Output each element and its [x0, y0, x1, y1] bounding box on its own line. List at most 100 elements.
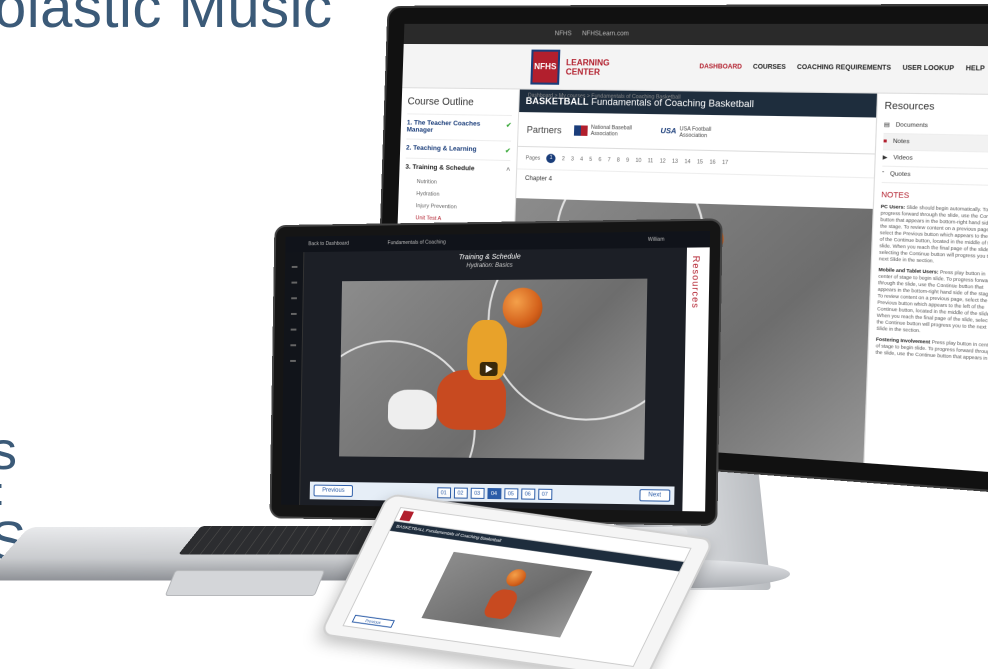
partners-label: Partners: [526, 123, 562, 135]
resource-label: Notes: [892, 138, 910, 146]
nfhs-logo[interactable]: NFHS: [530, 49, 561, 85]
page-link[interactable]: 10: [635, 157, 641, 163]
page-link[interactable]: 17: [722, 159, 728, 166]
note-text: Press play button in center of stage to …: [876, 269, 988, 334]
nav-user-lookup[interactable]: USER LOOKUP: [902, 65, 954, 73]
usa-football-logo: USA: [660, 127, 677, 136]
sidebar-item-icon[interactable]: [289, 344, 296, 347]
player-white: [387, 389, 438, 430]
laptop: Back to Dashboard Fundamentals of Coachi…: [269, 218, 723, 527]
video-icon: ▶: [882, 154, 888, 162]
page-button[interactable]: 03: [470, 487, 485, 499]
nav-coaching-requirements[interactable]: COACHING REQUIREMENTS: [797, 65, 891, 73]
page-link[interactable]: 7: [608, 157, 611, 163]
partner-name: USA Football Association: [679, 125, 712, 139]
page-button[interactable]: 01: [436, 486, 451, 498]
note-heading: PC Users:: [880, 203, 906, 210]
page-button[interactable]: 02: [453, 487, 468, 499]
tablet-video-player[interactable]: [421, 551, 593, 638]
lms-topbar: NFHS NFHSLearn.com: [403, 23, 988, 47]
slide-fragment-2: :: [0, 470, 5, 515]
resource-label: Documents: [895, 122, 929, 130]
check-icon: ✔: [505, 122, 512, 130]
note-paragraph: PC Users: Slide should begin automatical…: [879, 204, 988, 267]
check-icon: ✔: [505, 147, 511, 155]
page-link-current[interactable]: 1: [546, 153, 556, 164]
partner-mlb[interactable]: National Baseball Association: [573, 124, 648, 138]
course-name: Fundamentals of Coaching: [387, 239, 446, 247]
resources-title: Resources: [884, 100, 935, 112]
sidebar-item-icon[interactable]: [290, 312, 297, 315]
course-outline-title: Course Outline: [407, 96, 474, 109]
user-menu[interactable]: William: [648, 237, 665, 243]
sidebar-item-icon[interactable]: [290, 328, 296, 331]
laptop-trackpad: [164, 570, 326, 596]
page-link[interactable]: 15: [697, 159, 703, 165]
page-link[interactable]: 2: [562, 156, 565, 162]
main-nav: DASHBOARD COURSES COACHING REQUIREMENTS …: [699, 64, 988, 74]
resource-label: Quotes: [889, 171, 911, 179]
previous-button[interactable]: Previous: [313, 484, 354, 497]
menu-icon[interactable]: [291, 265, 297, 268]
topbar-item[interactable]: NFHS: [555, 31, 572, 37]
sidebar-item-icon[interactable]: [290, 281, 297, 284]
lms-navbar: NFHS LEARNING CENTER DASHBOARD COURSES C…: [402, 43, 988, 101]
page-link[interactable]: 13: [672, 158, 678, 164]
resources-tab[interactable]: Resources: [682, 247, 710, 512]
page-link[interactable]: 9: [626, 157, 629, 163]
pager-spacer: [356, 491, 434, 492]
slide-title: olastic Music: [0, 0, 333, 40]
outline-item-num: 3.: [405, 163, 411, 171]
learning-center-logo-text: LEARNING CENTER: [565, 57, 610, 77]
tablet-previous-button[interactable]: Previous: [351, 614, 395, 628]
note-text: Slide should begin automatically. To pro…: [878, 204, 988, 264]
page-button[interactable]: 07: [537, 488, 552, 500]
notes-heading: NOTES: [881, 191, 910, 201]
page-button-current[interactable]: 04: [486, 487, 501, 499]
pages-label: Pages: [525, 154, 541, 162]
nav-dashboard[interactable]: DASHBOARD: [699, 64, 742, 72]
page-button[interactable]: 06: [520, 487, 535, 500]
resource-quotes[interactable]: “ Quotes: [881, 166, 988, 187]
page-link[interactable]: 11: [648, 158, 654, 164]
back-to-dashboard-link[interactable]: Back to Dashboard: [308, 241, 349, 247]
page-button[interactable]: 05: [503, 487, 518, 499]
page-link[interactable]: 4: [580, 156, 583, 162]
next-button[interactable]: Next: [639, 489, 671, 502]
nfhs-logo-icon[interactable]: [399, 510, 415, 521]
page-link[interactable]: 12: [660, 158, 666, 164]
resources-panel: Resources ▤ Documents ■ Notes ▶ Videos “ Quo…: [862, 93, 988, 473]
page-link[interactable]: 14: [684, 158, 690, 164]
chevron-up-icon: ˄: [506, 166, 511, 174]
partner-usa-football[interactable]: USA USA Football Association: [660, 125, 736, 139]
outline-item-2[interactable]: 2. Teaching & Learning ✔: [405, 138, 512, 161]
partner-name: National Baseball Association: [590, 124, 633, 138]
page-link[interactable]: 5: [589, 156, 592, 162]
page-link[interactable]: 8: [617, 157, 620, 163]
sidebar-item-icon[interactable]: [289, 359, 296, 362]
notes-icon: ■: [883, 138, 888, 145]
pager-spacer: [555, 494, 636, 495]
laptop-screen: Back to Dashboard Fundamentals of Coachi…: [281, 230, 711, 512]
page-link[interactable]: 6: [598, 156, 601, 162]
laptop-sidebar: [281, 252, 305, 505]
outline-item-label: The Teacher Coaches Manager: [406, 119, 481, 134]
nav-courses[interactable]: COURSES: [753, 64, 786, 72]
lesson-subtitle: Hydration: Basics: [466, 262, 513, 270]
tablet-screen: BASKETBALL Fundamentals of Coaching Bask…: [342, 507, 692, 667]
resources-tab-label: Resources: [690, 255, 702, 309]
nav-help[interactable]: HELP: [966, 66, 985, 74]
page-link[interactable]: 3: [571, 156, 574, 162]
resource-label: Videos: [893, 154, 913, 162]
outline-item-1[interactable]: 1. The Teacher Coaches Manager ✔: [406, 113, 512, 141]
page-link[interactable]: 16: [709, 159, 715, 165]
topbar-item[interactable]: NFHSLearn.com: [582, 31, 629, 37]
play-button-icon[interactable]: [479, 361, 498, 376]
note-paragraph: Fostering Involvement Press play button …: [875, 336, 988, 362]
note-paragraph: Mobile and Tablet Users: Press play butt…: [876, 267, 988, 338]
outline-item-label: Teaching & Learning: [413, 144, 477, 154]
sidebar-item-icon[interactable]: [290, 297, 297, 300]
outline-item-num: 1.: [406, 119, 413, 127]
laptop-video-player[interactable]: [339, 278, 648, 460]
outline-item-label: Training & Schedule: [412, 163, 475, 173]
